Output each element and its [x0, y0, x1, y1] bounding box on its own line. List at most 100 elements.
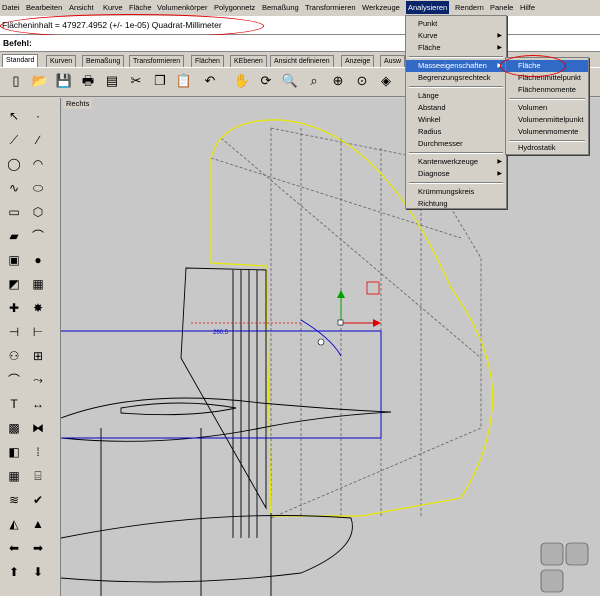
line-icon[interactable]: ∕ [28, 130, 48, 150]
menu-item-winkel[interactable]: Winkel [406, 114, 506, 126]
curve-icon[interactable]: ∿ [4, 178, 24, 198]
menu-panele[interactable]: Panele [490, 3, 513, 12]
layer-icon[interactable]: ≋ [4, 490, 24, 510]
surface-icon[interactable]: ▰ [4, 226, 24, 246]
menu-polygonnetz[interactable]: Polygonnetz [214, 3, 255, 12]
cube-icon[interactable]: ◧ [4, 442, 24, 462]
menu-kurve[interactable]: Kurve [103, 3, 123, 12]
sphere-icon[interactable]: ● [28, 250, 48, 270]
array-icon[interactable]: ▩ [4, 418, 24, 438]
join-icon[interactable]: ⊞ [28, 346, 48, 366]
tower-icon[interactable]: ⌸ [28, 466, 48, 486]
tab-kebenen[interactable]: KEbenen [230, 55, 267, 67]
trim-icon[interactable]: ⊣ [4, 322, 24, 342]
open-icon[interactable]: 📂 [30, 70, 50, 92]
menu-item-punkt[interactable]: Punkt [406, 18, 506, 30]
zoom-icon[interactable]: 🔍 [280, 70, 300, 92]
menu-bemassung[interactable]: Bemaßung [262, 3, 299, 12]
cone-icon[interactable]: ▲ [28, 514, 48, 534]
select-arrow-icon[interactable]: ↖ [4, 106, 24, 126]
explode-icon[interactable]: ✸ [28, 298, 48, 318]
rectangle-icon[interactable]: ▭ [4, 202, 24, 222]
undo-icon[interactable]: ↶ [200, 70, 220, 92]
menu-item-kantenwerkzeuge[interactable]: Kantenwerkzeuge ▶ [406, 156, 506, 168]
command-input[interactable] [44, 36, 594, 48]
submenu-item-flaeche[interactable]: Fläche [506, 60, 588, 72]
polyline-icon[interactable]: ⟋ [4, 130, 24, 150]
tab-bemassung[interactable]: Bemaßung [82, 55, 125, 67]
menu-item-kurve[interactable]: Kurve ▶ [406, 30, 506, 42]
dimension-icon[interactable]: ↔ [28, 394, 48, 414]
submenu-item-flaechenmittelpunkt[interactable]: Flächenmittelpunkt [506, 72, 588, 84]
mesh-icon[interactable]: ▦ [28, 274, 48, 294]
menu-item-masseeigenschaften[interactable]: Masseeigenschaften ▶ [406, 60, 506, 72]
menu-ansicht[interactable]: Ansicht [69, 3, 94, 12]
text-icon[interactable]: T [4, 394, 24, 414]
menu-datei[interactable]: Datei [2, 3, 20, 12]
menu-item-richtung[interactable]: Richtung [406, 198, 506, 210]
save-icon[interactable]: 💾 [54, 70, 74, 92]
zoom-selected-icon[interactable]: ⊙ [352, 70, 372, 92]
submenu-item-flaechenmomente[interactable]: Flächenmomente [506, 84, 588, 96]
loft-icon[interactable]: ⌒ [28, 226, 48, 246]
extrude-icon[interactable]: ◩ [4, 274, 24, 294]
points-on-icon[interactable]: ⁞ [28, 442, 48, 462]
pan-icon[interactable]: ✋ [232, 70, 252, 92]
menu-transformieren[interactable]: Transformieren [305, 3, 356, 12]
mirror-icon[interactable]: ⧓ [28, 418, 48, 438]
paste-icon[interactable]: 📋 [174, 70, 194, 92]
submenu-item-volumenmittelpunkt[interactable]: Volumenmittelpunkt [506, 114, 588, 126]
tab-kurven[interactable]: Kurven [46, 55, 77, 67]
select-icon[interactable]: ◈ [376, 70, 396, 92]
zoom-window-icon[interactable]: ⌕ [304, 70, 324, 92]
submenu-item-hydrostatik[interactable]: Hydrostatik [506, 142, 588, 154]
zoom-extents-icon[interactable]: ⊕ [328, 70, 348, 92]
menu-volumenkoerper[interactable]: Volumenkörper [157, 3, 207, 12]
split-icon[interactable]: ⊢ [28, 322, 48, 342]
grid-icon[interactable]: ▦ [4, 466, 24, 486]
check-icon[interactable]: ✔ [28, 490, 48, 510]
polygon-icon[interactable]: ⬡ [28, 202, 48, 222]
menu-item-flaeche[interactable]: Fläche ▶ [406, 42, 506, 54]
menu-hilfe[interactable]: Hilfe [520, 3, 535, 12]
menu-analysieren[interactable]: Analysieren [406, 1, 450, 14]
point-icon[interactable]: · [28, 106, 48, 126]
arc-icon[interactable]: ◠ [28, 154, 48, 174]
menu-item-laenge[interactable]: Länge [406, 90, 506, 102]
group-icon[interactable]: ⚇ [4, 346, 24, 366]
menu-item-diagnose[interactable]: Diagnose ▶ [406, 168, 506, 180]
box-icon[interactable]: ▣ [4, 250, 24, 270]
tab-ansicht-definieren[interactable]: Ansicht definieren [270, 55, 334, 67]
solid-icon[interactable]: ◭ [4, 514, 24, 534]
right-arrow-icon[interactable]: ➡ [28, 538, 48, 558]
offset-icon[interactable]: ⤳ [28, 370, 48, 390]
menu-flaeche[interactable]: Fläche [129, 3, 152, 12]
tab-standard[interactable]: Standard [2, 54, 39, 67]
down-arrow-icon[interactable]: ⬇ [28, 562, 48, 582]
menu-item-kruemmungskreis[interactable]: Krümmungskreis [406, 186, 506, 198]
menu-werkzeuge[interactable]: Werkzeuge [362, 3, 400, 12]
tab-ausw[interactable]: Ausw [380, 55, 406, 67]
import-icon[interactable]: ▤ [102, 70, 122, 92]
menu-item-abstand[interactable]: Abstand [406, 102, 506, 114]
viewport-rechts[interactable]: Rechts 260.5 [60, 98, 600, 596]
menu-item-radius[interactable]: Radius [406, 126, 506, 138]
print-icon[interactable]: 🖶 [78, 70, 98, 92]
boolean-icon[interactable]: ✚ [4, 298, 24, 318]
circle-icon[interactable]: ◯ [4, 154, 24, 174]
submenu-item-volumen[interactable]: Volumen [506, 102, 588, 114]
menu-item-durchmesser[interactable]: Durchmesser [406, 138, 506, 150]
fillet-icon[interactable]: ⌒ [4, 370, 24, 390]
copy-icon[interactable]: ❐ [150, 70, 170, 92]
left-arrow-icon[interactable]: ⬅ [4, 538, 24, 558]
tab-flaechen[interactable]: Flächen [191, 55, 224, 67]
menu-item-begrenzungsrechteck[interactable]: Begrenzungsrechteck [406, 72, 506, 84]
tab-transformieren[interactable]: Transformieren [129, 55, 185, 67]
rotate-icon[interactable]: ⟳ [256, 70, 276, 92]
menu-rendern[interactable]: Rendern [455, 3, 484, 12]
tab-anzeige[interactable]: Anzeige [341, 55, 375, 67]
up-arrow-icon[interactable]: ⬆ [4, 562, 24, 582]
menu-bearbeiten[interactable]: Bearbeiten [26, 3, 62, 12]
ellipse-icon[interactable]: ⬭ [28, 178, 48, 198]
cut-icon[interactable]: ✂ [126, 70, 146, 92]
